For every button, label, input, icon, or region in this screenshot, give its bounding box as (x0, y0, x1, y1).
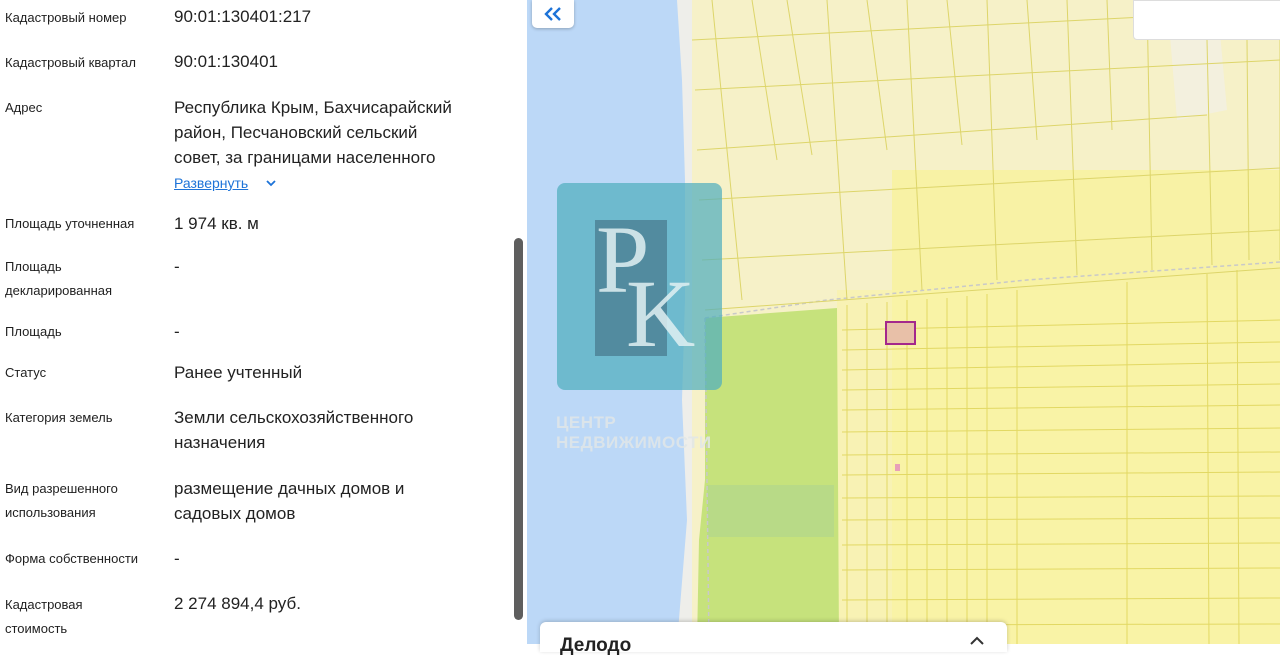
ownership-label: Форма собственности (5, 551, 139, 566)
permitted-use-label-line: Вид разрешенного (5, 481, 118, 496)
parcel-details-panel: Кадастровый номер 90:01:130401:217 Кадас… (0, 0, 527, 644)
land-category-line: назначения (174, 433, 266, 452)
address-line: Республика Крым, Бахчисарайский (174, 98, 452, 117)
ownership-value: - (174, 549, 180, 568)
chevron-down-icon (266, 180, 276, 187)
cadastral-value-label: Кадастровая стоимость (5, 593, 155, 641)
bottom-info-card[interactable]: Делодо (540, 622, 1007, 656)
address-line: совет, за границами населенного (174, 148, 436, 167)
double-chevron-left-icon (544, 7, 561, 21)
cadastral-quarter-value: 90:01:130401 (174, 52, 278, 71)
watermark-letter: K (626, 260, 696, 367)
permitted-use-value: размещение дачных домов и садовых домов (174, 476, 489, 526)
permitted-use-label-line: использования (5, 505, 96, 520)
permitted-use-line: размещение дачных домов и (174, 479, 405, 498)
area-declared-label-line: Площадь (5, 259, 62, 274)
area-declared-value: - (174, 257, 180, 276)
address-line: район, Песчановский сельский (174, 123, 418, 142)
selected-parcel[interactable] (885, 321, 916, 345)
address-label: Адрес (5, 100, 43, 115)
watermark-text: НЕДВИЖИМОСТИ (556, 433, 712, 452)
area-refined-value: 1 974 кв. м (174, 214, 259, 233)
area-label: Площадь (5, 324, 62, 339)
address-value: Республика Крым, Бахчисарайский район, П… (174, 95, 489, 170)
land-category-line: Земли сельскохозяйственного (174, 408, 414, 427)
area-declared-label-line: декларированная (5, 283, 113, 298)
watermark-text: ЦЕНТР (556, 413, 617, 432)
land-category-value: Земли сельскохозяйственного назначения (174, 405, 489, 455)
cadastral-value-label-line: Кадастровая (5, 597, 83, 612)
cadastral-number-label: Кадастровый номер (5, 10, 127, 25)
status-label: Статус (5, 365, 47, 380)
area-declared-label: Площадь декларированная (5, 255, 155, 303)
collapse-panel-button[interactable] (532, 0, 574, 28)
cadastral-value-value: 2 274 894,4 руб. (174, 594, 301, 613)
expand-label: Развернуть (174, 175, 249, 191)
permitted-use-line: садовых домов (174, 504, 296, 523)
area-refined-label: Площадь уточненная (5, 216, 135, 231)
cadastral-quarter-label: Кадастровый квартал (5, 55, 136, 70)
map-search-box[interactable] (1133, 0, 1280, 40)
expand-address-link[interactable]: Развернуть (174, 172, 276, 194)
status-value: Ранее учтенный (174, 363, 303, 382)
cadastral-value-label-line: стоимость (5, 621, 68, 636)
bottom-card-title: Делодо (560, 635, 632, 656)
land-category-label: Категория земель (5, 410, 113, 425)
area-value: - (174, 322, 180, 341)
cadastral-number-value: 90:01:130401:217 (174, 7, 312, 26)
scrollbar-thumb[interactable] (514, 238, 523, 620)
permitted-use-label: Вид разрешенного использования (5, 477, 155, 525)
